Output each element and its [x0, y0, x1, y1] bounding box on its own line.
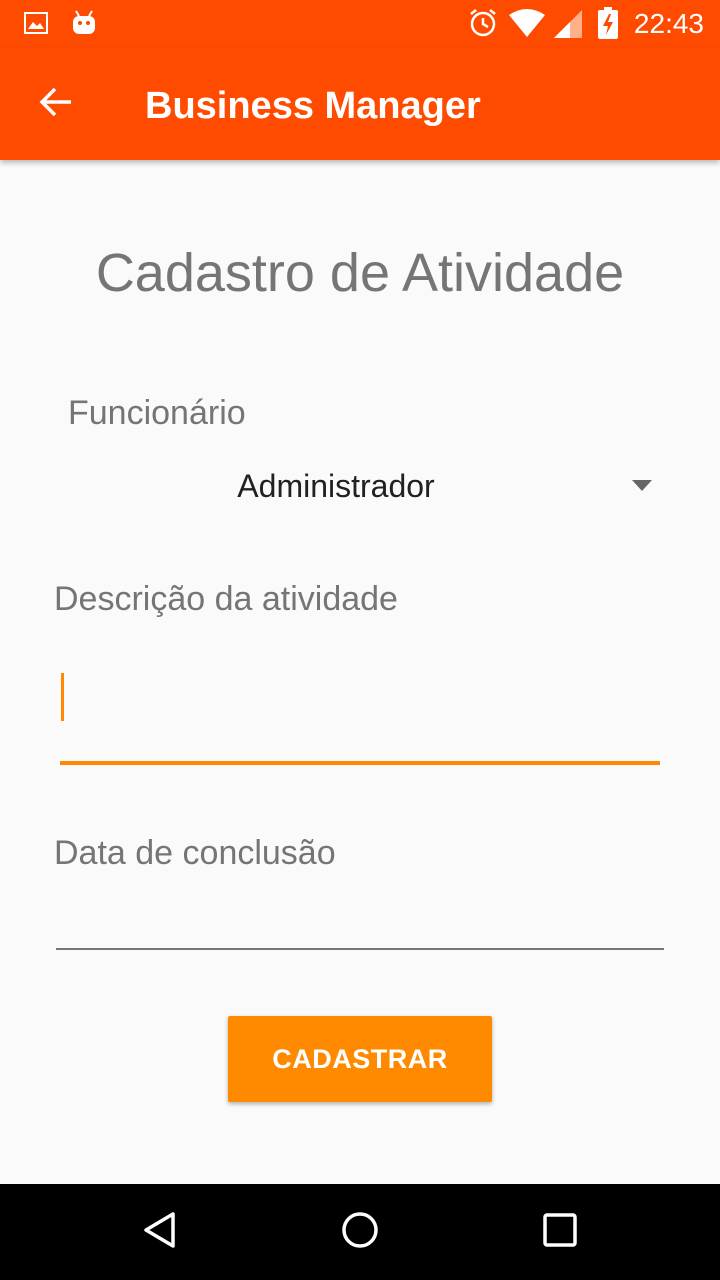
image-icon — [24, 12, 48, 39]
description-label: Descrição da atividade — [54, 580, 398, 618]
android-icon — [70, 8, 98, 41]
nav-back-icon — [140, 1210, 180, 1255]
app-bar: Business Manager — [0, 48, 720, 160]
back-button[interactable] — [24, 76, 88, 132]
signal-icon — [552, 8, 584, 45]
nav-home-button[interactable] — [320, 1202, 400, 1262]
app-title: Business Manager — [145, 85, 481, 127]
nav-home-icon — [340, 1210, 380, 1255]
status-bar: 22:43 — [0, 0, 720, 48]
nav-recents-button[interactable] — [520, 1202, 600, 1262]
page-title: Cadastro de Atividade — [95, 243, 625, 303]
nav-back-button[interactable] — [120, 1202, 200, 1262]
date-label: Data de conclusão — [54, 834, 336, 872]
navigation-bar — [0, 1184, 720, 1280]
date-input[interactable] — [56, 890, 664, 950]
employee-spinner[interactable]: Administrador — [60, 452, 670, 522]
status-time: 22:43 — [633, 8, 704, 39]
wifi-icon — [508, 8, 546, 43]
arrow-back-icon — [38, 84, 74, 125]
description-input[interactable] — [60, 650, 660, 765]
employee-label: Funcionário — [68, 394, 246, 432]
text-cursor — [61, 673, 64, 721]
alarm-icon — [468, 8, 498, 43]
employee-selected-value: Administrador — [237, 468, 435, 504]
submit-button[interactable]: CADASTRAR — [228, 1016, 492, 1102]
nav-recents-icon — [540, 1210, 580, 1255]
dropdown-arrow-icon — [632, 480, 652, 491]
battery-charging-icon — [598, 7, 618, 44]
